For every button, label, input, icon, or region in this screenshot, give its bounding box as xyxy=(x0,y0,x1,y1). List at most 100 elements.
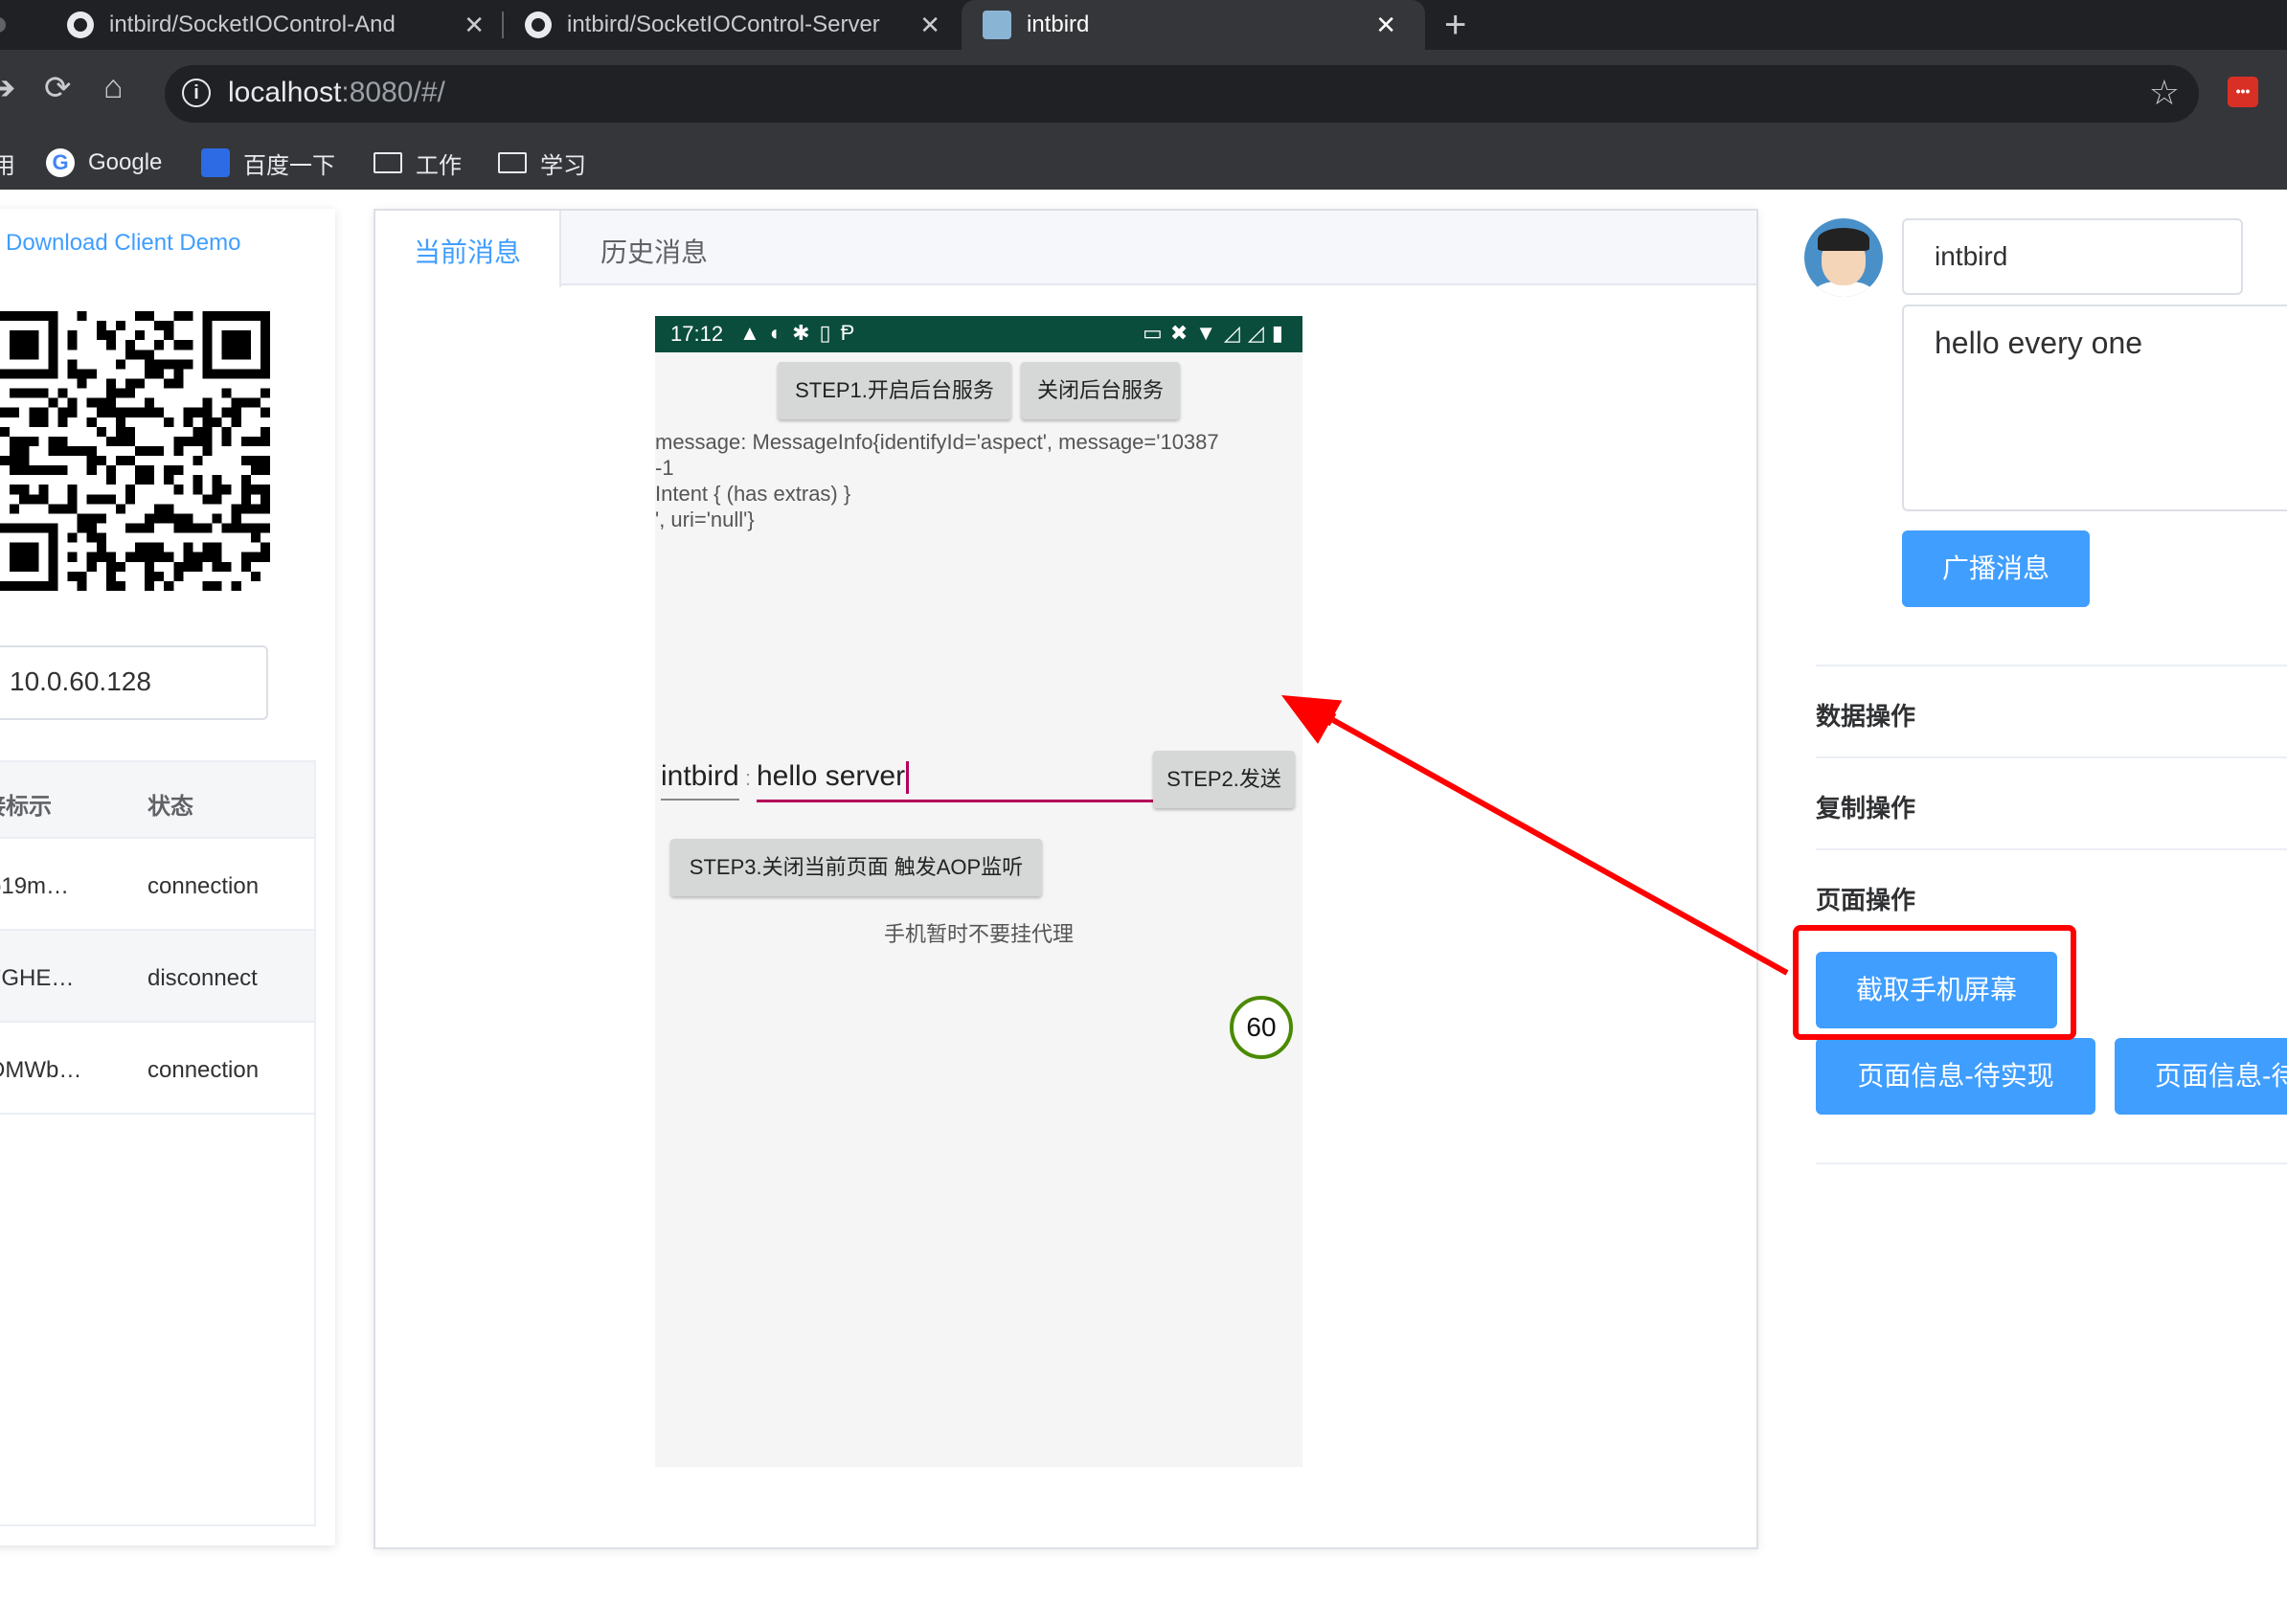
close-page-button[interactable]: STEP3.关闭当前页面 触发AOP监听 xyxy=(670,839,1042,896)
qr-module xyxy=(240,456,251,466)
qr-module xyxy=(221,436,232,446)
qr-module xyxy=(212,542,222,553)
qr-module xyxy=(145,407,155,417)
tab-server-repo[interactable]: intbird/SocketIOControl-Server ✕ xyxy=(525,0,954,50)
qr-module xyxy=(173,485,184,495)
qr-module xyxy=(164,504,174,514)
qr-module xyxy=(77,378,87,389)
bookmark-baidu[interactable]: 百度一下 xyxy=(201,136,335,190)
qr-module xyxy=(212,475,222,485)
qr-module xyxy=(145,580,155,591)
qr-module xyxy=(192,523,203,533)
qr-module xyxy=(125,378,136,389)
qr-module xyxy=(48,504,58,514)
reload-icon[interactable]: ⟳ xyxy=(44,69,72,107)
qr-module xyxy=(86,494,97,505)
info-icon[interactable]: i xyxy=(182,79,211,107)
send-button[interactable]: STEP2.发送 xyxy=(1153,751,1295,808)
bookmark-label: 百度一下 xyxy=(243,152,335,179)
forward-icon[interactable]: ➔ xyxy=(0,69,16,107)
qr-module xyxy=(173,311,184,322)
broadcast-button[interactable]: 广播消息 xyxy=(1902,530,2090,607)
close-tab-icon[interactable]: ✕ xyxy=(1375,11,1396,40)
tab-title: intbird/SocketIOControl-Android xyxy=(109,11,396,37)
tab-android-repo[interactable]: intbird/SocketIOControl-Android ✕ xyxy=(67,0,498,50)
home-icon[interactable]: ⌂ xyxy=(103,69,124,106)
qr-module xyxy=(154,504,165,514)
section-page-operations[interactable]: 页面操作 xyxy=(1816,881,1915,916)
qr-module xyxy=(183,340,193,350)
divider xyxy=(1816,1162,2287,1164)
qr-module xyxy=(145,369,155,379)
qr-module xyxy=(173,571,184,581)
qr-module xyxy=(260,552,270,562)
username-input[interactable]: intbird xyxy=(1902,218,2243,295)
qr-module xyxy=(240,485,251,495)
qr-module xyxy=(86,532,97,543)
stop-service-button[interactable]: 关闭后台服务 xyxy=(1021,362,1180,419)
qr-module xyxy=(115,436,125,446)
broadcast-message-textarea[interactable]: hello every one xyxy=(1902,304,2287,511)
extension-icon[interactable]: ••• xyxy=(2228,77,2258,107)
qr-module xyxy=(105,494,116,505)
bookmark-folder-work[interactable]: 工作 xyxy=(374,136,462,190)
bookmark-apps[interactable]: 用 xyxy=(0,136,15,190)
qr-module xyxy=(135,378,146,389)
qr-module xyxy=(202,494,213,505)
qr-module xyxy=(29,465,39,476)
qr-module xyxy=(86,523,97,533)
google-icon: G xyxy=(46,148,75,177)
table-row[interactable]: DMWb… connection xyxy=(0,1023,314,1115)
qr-module xyxy=(192,552,203,562)
qr-module xyxy=(212,513,222,524)
qr-module xyxy=(10,542,39,572)
qr-module xyxy=(202,523,213,533)
qr-module xyxy=(0,456,11,466)
qr-module xyxy=(57,407,68,417)
qr-module xyxy=(202,417,213,427)
qr-module xyxy=(212,494,222,505)
qr-module xyxy=(105,571,116,581)
close-tab-icon[interactable]: ✕ xyxy=(464,11,485,40)
qr-module xyxy=(135,445,146,457)
qr-module xyxy=(221,485,232,495)
bookmark-folder-study[interactable]: 学习 xyxy=(498,136,586,190)
page-info-button[interactable]: 页面信息-待实现 xyxy=(1816,1038,2095,1115)
qr-module xyxy=(125,456,136,466)
server-ip-input[interactable]: 10.0.60.128 xyxy=(0,645,268,720)
download-client-link[interactable]: Download Client Demo xyxy=(6,230,240,257)
qr-module xyxy=(135,475,146,485)
address-bar[interactable]: i localhost:8080/#/ ☆ xyxy=(165,65,2199,123)
section-copy-operations[interactable]: 复制操作 xyxy=(1816,789,1915,824)
qr-module xyxy=(183,561,193,572)
qr-module xyxy=(260,494,270,505)
browser-tab-bar: intbird/SocketIOControl-Android ✕ intbir… xyxy=(0,0,2287,50)
table-row[interactable]: 7GHE… disconnect xyxy=(0,931,314,1023)
close-tab-icon[interactable]: ✕ xyxy=(919,11,940,40)
start-service-button[interactable]: STEP1.开启后台服务 xyxy=(778,362,1011,419)
bookmark-google[interactable]: G Google xyxy=(46,136,162,190)
tab-current-messages[interactable]: 当前消息 xyxy=(375,211,561,287)
qr-module xyxy=(19,465,30,476)
connection-status: connection xyxy=(147,1057,260,1083)
qr-module xyxy=(135,311,146,322)
qr-module xyxy=(173,561,184,572)
bookmark-label: Google xyxy=(88,149,163,175)
qr-module xyxy=(145,397,155,408)
qr-module xyxy=(154,513,165,524)
qr-module xyxy=(145,445,155,457)
qr-module xyxy=(96,330,106,341)
table-row[interactable]: o19m… connection xyxy=(0,839,314,931)
section-data-operations[interactable]: 数据操作 xyxy=(1816,697,1915,733)
new-tab-icon[interactable]: + xyxy=(1444,4,1466,47)
field-separator: : xyxy=(745,766,752,790)
bookmark-star-icon[interactable]: ☆ xyxy=(2149,73,2180,113)
tab-history-messages[interactable]: 历史消息 xyxy=(561,211,747,285)
page-info-button-2[interactable]: 页面信息-待 xyxy=(2115,1038,2287,1115)
tab-intbird[interactable]: intbird ✕ xyxy=(962,0,1425,50)
phone-status-bar: 17:12 ▲◐✱▯Ᵽ ▭✖▼◿◿▮ xyxy=(655,316,1302,352)
window-control[interactable] xyxy=(0,0,6,50)
qr-module xyxy=(183,407,193,417)
phone-user-field[interactable]: intbird xyxy=(661,760,739,801)
qr-module xyxy=(192,436,203,446)
